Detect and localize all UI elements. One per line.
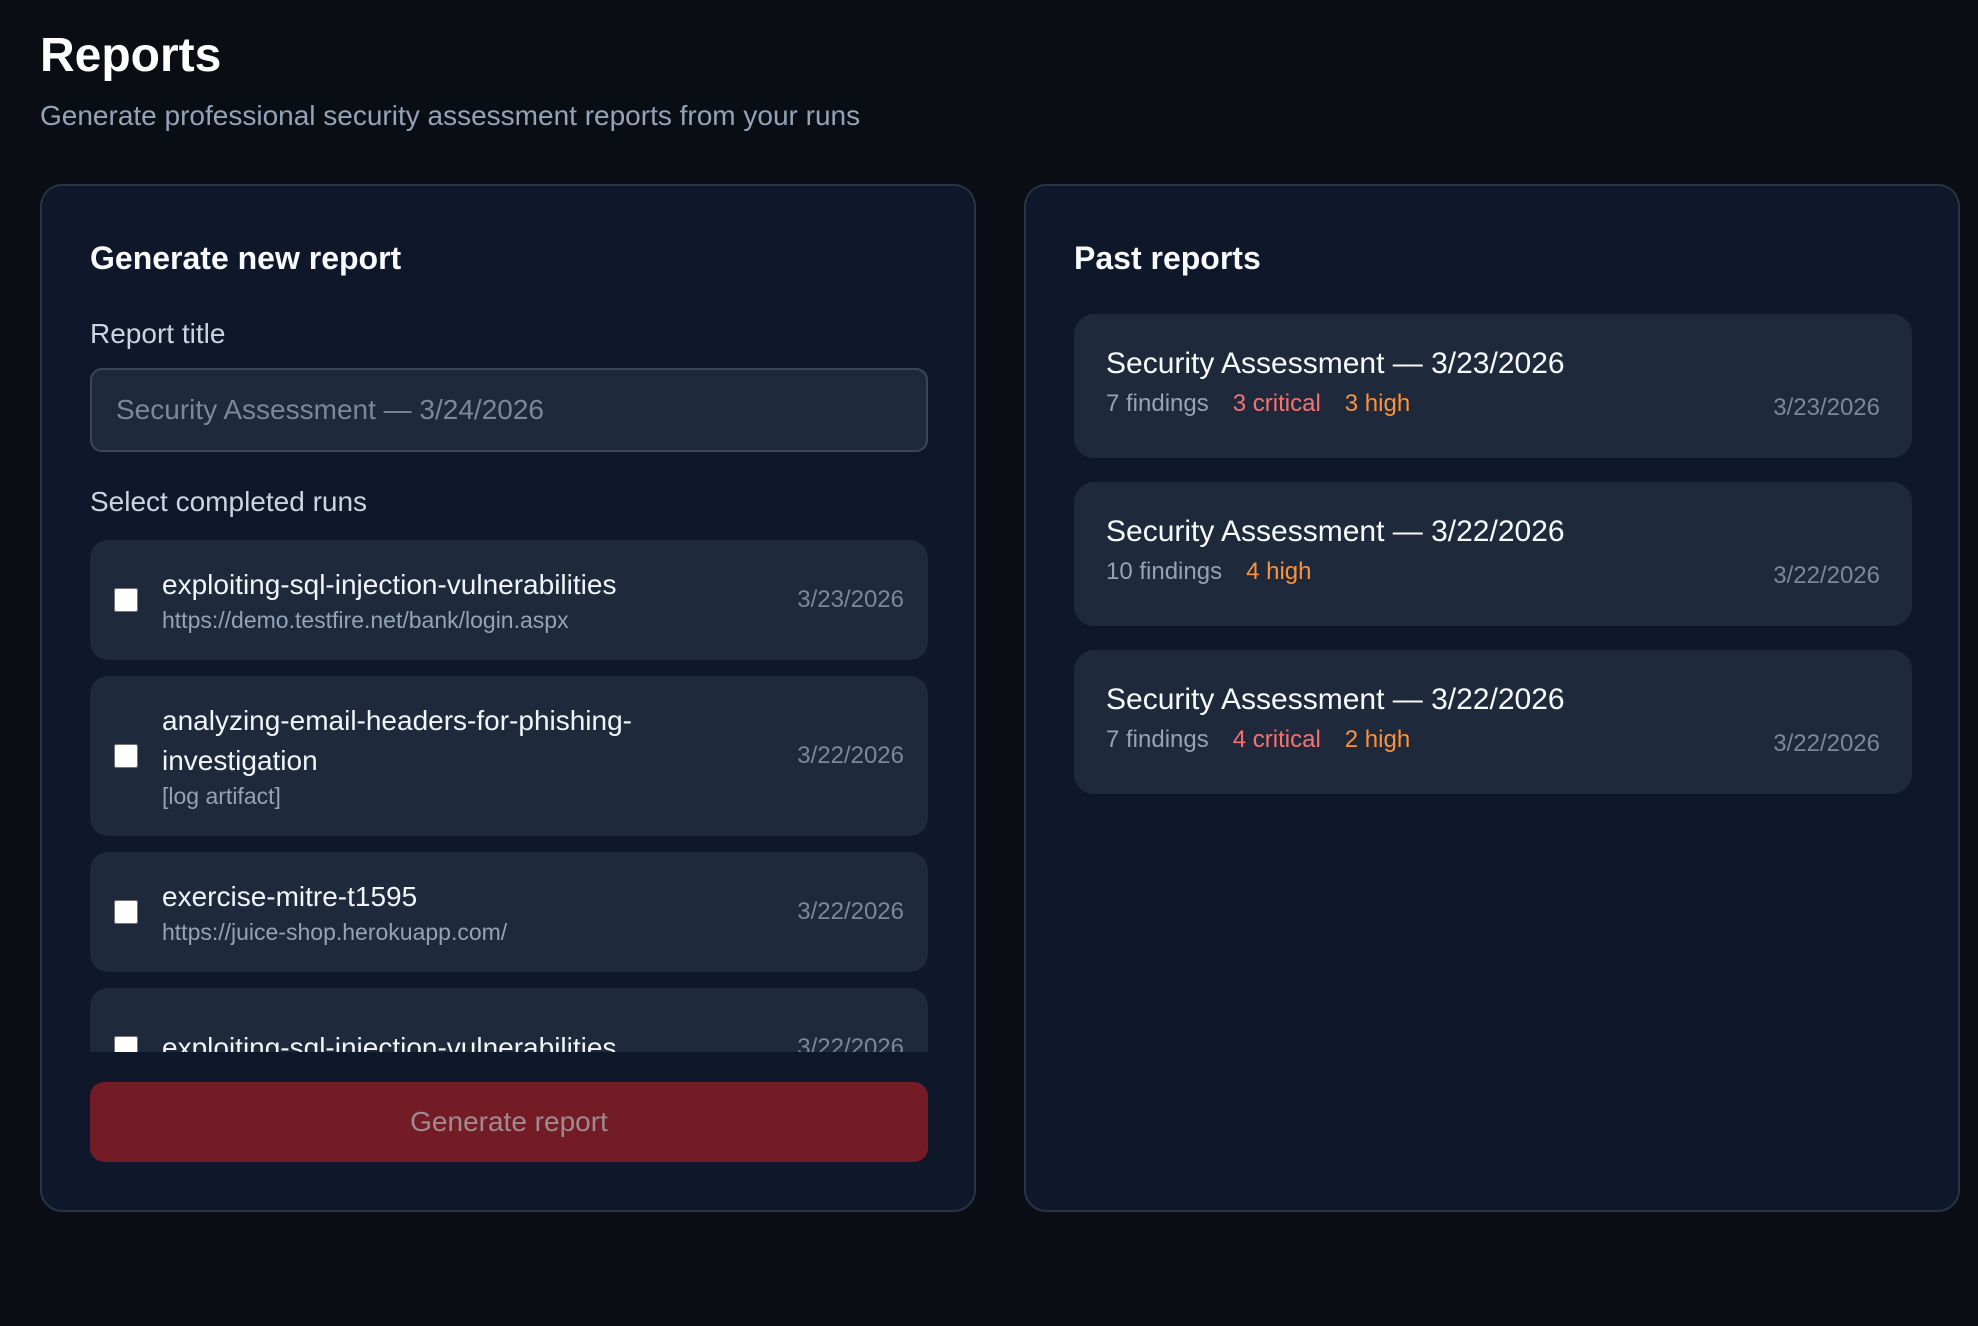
generate-report-panel: Generate new report Report title Select …	[40, 184, 976, 1212]
report-title: Security Assessment — 3/23/2026	[1106, 347, 1565, 380]
reports-page: Reports Generate professional security a…	[0, 0, 1978, 1326]
run-text: exploiting-sql-injection-vulnerabilities…	[162, 565, 781, 635]
report-meta: 7 findings 3 critical 3 high	[1106, 388, 1880, 420]
run-target: https://demo.testfire.net/bank/login.asp…	[162, 607, 569, 633]
run-text: exploiting-sql-injection-vulnerabilities	[162, 1028, 781, 1052]
page-title: Reports	[40, 29, 222, 82]
run-item[interactable]: exploiting-sql-injection-vulnerabilities…	[90, 988, 928, 1052]
high-count: 2 high	[1344, 726, 1411, 753]
runs-list[interactable]: exploiting-sql-injection-vulnerabilities…	[90, 540, 928, 1052]
run-text: exercise-mitre-t1595 https://juice-shop.…	[162, 877, 781, 947]
report-date: 3/22/2026	[1773, 562, 1880, 589]
run-checkbox[interactable]	[114, 900, 138, 924]
generate-report-button[interactable]: Generate report	[90, 1082, 928, 1162]
report-title: Security Assessment — 3/22/2026	[1106, 515, 1565, 548]
reports-list: Security Assessment — 3/23/2026 7 findin…	[1074, 314, 1912, 818]
report-meta: 7 findings 4 critical 2 high	[1106, 724, 1880, 756]
run-checkbox[interactable]	[114, 1036, 138, 1052]
run-name: exploiting-sql-injection-vulnerabilities	[162, 569, 617, 600]
report-date: 3/23/2026	[1773, 394, 1880, 421]
run-item[interactable]: exercise-mitre-t1595 https://juice-shop.…	[90, 852, 928, 972]
report-date: 3/22/2026	[1773, 730, 1880, 757]
critical-count: 3 critical	[1232, 390, 1321, 417]
report-title: Security Assessment — 3/22/2026	[1106, 683, 1565, 716]
past-reports-heading: Past reports	[1074, 240, 1261, 276]
generate-panel-heading: Generate new report	[90, 240, 402, 276]
report-item[interactable]: Security Assessment — 3/23/2026 7 findin…	[1074, 314, 1912, 458]
select-runs-label: Select completed runs	[90, 486, 368, 517]
run-target: [log artifact]	[162, 783, 281, 809]
run-name: analyzing-email-headers-for-phishing-inv…	[162, 705, 632, 776]
run-name: exploiting-sql-injection-vulnerabilities	[162, 1032, 617, 1052]
report-title-input[interactable]	[90, 368, 928, 452]
run-checkbox[interactable]	[114, 588, 138, 612]
findings-count: 7 findings	[1106, 390, 1209, 417]
critical-count: 4 critical	[1232, 726, 1321, 753]
report-item[interactable]: Security Assessment — 3/22/2026 7 findin…	[1074, 650, 1912, 794]
run-item[interactable]: analyzing-email-headers-for-phishing-inv…	[90, 676, 928, 836]
past-reports-panel: Past reports Security Assessment — 3/23/…	[1024, 184, 1960, 1212]
run-date: 3/22/2026	[797, 1034, 904, 1052]
run-item[interactable]: exploiting-sql-injection-vulnerabilities…	[90, 540, 928, 660]
run-text: analyzing-email-headers-for-phishing-inv…	[162, 701, 781, 811]
page-subtitle: Generate professional security assessmen…	[40, 100, 861, 131]
run-target: https://juice-shop.herokuapp.com/	[162, 919, 508, 945]
run-date: 3/22/2026	[797, 742, 904, 769]
report-title-label: Report title	[90, 318, 226, 349]
run-checkbox[interactable]	[114, 744, 138, 768]
findings-count: 7 findings	[1106, 726, 1209, 753]
report-item[interactable]: Security Assessment — 3/22/2026 10 findi…	[1074, 482, 1912, 626]
findings-count: 10 findings	[1106, 558, 1223, 585]
high-count: 4 high	[1246, 558, 1312, 585]
high-count: 3 high	[1344, 390, 1411, 417]
report-meta: 10 findings 4 high	[1106, 556, 1880, 588]
run-name: exercise-mitre-t1595	[162, 881, 418, 912]
run-date: 3/22/2026	[797, 898, 904, 925]
run-date: 3/23/2026	[797, 586, 904, 613]
